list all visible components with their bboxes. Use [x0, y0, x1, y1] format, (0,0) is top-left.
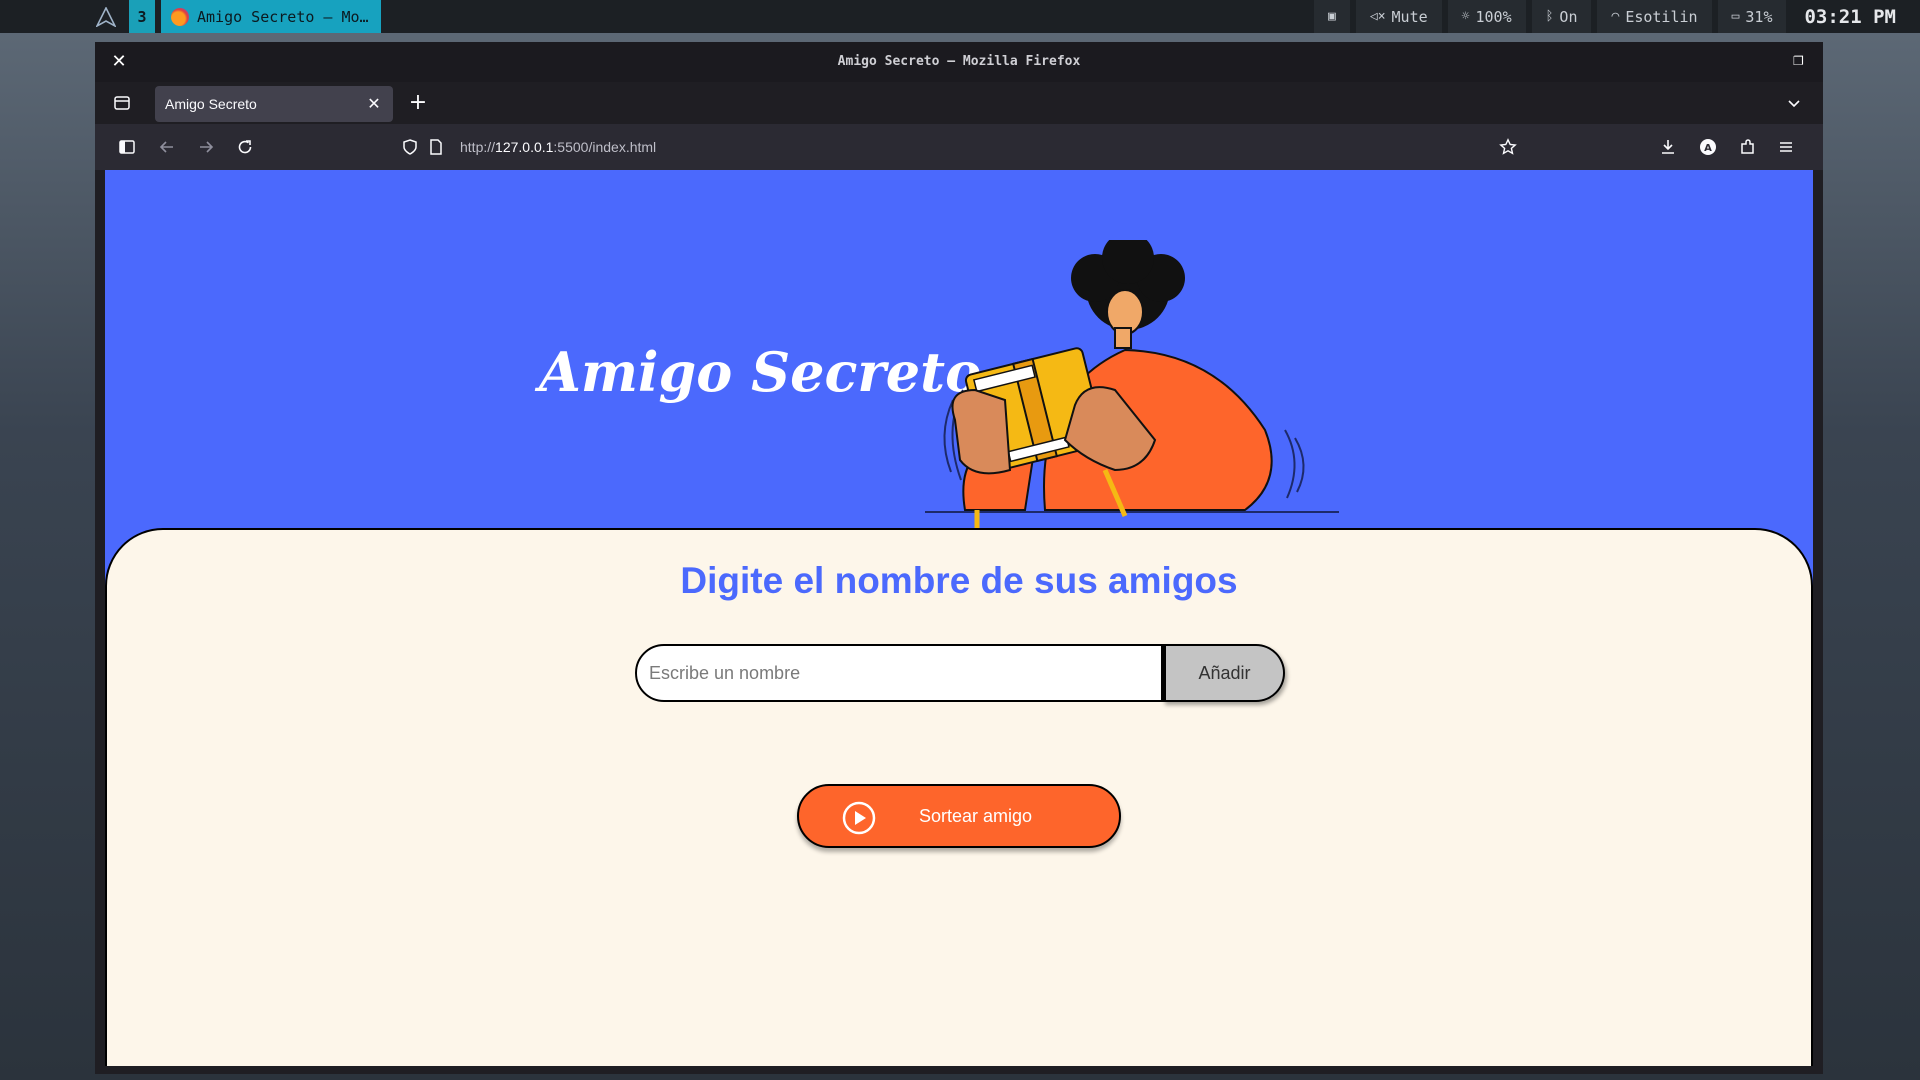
- bluetooth-icon: ᛒ: [1545, 9, 1554, 24]
- workspace-indicator[interactable]: 3: [129, 0, 155, 33]
- hero-title: Amigo Secreto: [539, 340, 982, 404]
- draw-friend-button[interactable]: Sortear amigo: [797, 784, 1121, 848]
- input-card: Digite el nombre de sus amigos Añadir So…: [105, 528, 1813, 1066]
- volume-indicator[interactable]: ◁× Mute: [1355, 0, 1442, 33]
- clipboard-icon: ▣: [1328, 9, 1336, 24]
- forward-arrow-icon[interactable]: [196, 137, 216, 157]
- tab-bar: Amigo Secreto ✕ +: [95, 82, 1823, 124]
- tab-close-icon[interactable]: ✕: [365, 95, 383, 113]
- url-host: 127.0.0.1: [495, 139, 554, 155]
- reload-icon[interactable]: [235, 137, 255, 157]
- system-taskbar: 3 Amigo Secreto — Mo… ▣ ◁× Mute ☼ 100% ᛒ…: [0, 0, 1920, 33]
- url-bar[interactable]: http://127.0.0.1:5500/index.html: [460, 124, 656, 170]
- brightness-label: 100%: [1475, 7, 1512, 26]
- downloads-icon[interactable]: [1658, 137, 1678, 157]
- play-circle-icon: [842, 801, 876, 835]
- firefox-view-icon[interactable]: [113, 94, 131, 112]
- window-title: Amigo Secreto — Mozilla Firefox: [837, 54, 1081, 69]
- taskbar-firefox-task[interactable]: Amigo Secreto — Mo…: [161, 0, 381, 33]
- speaker-muted-icon: ◁×: [1369, 9, 1386, 24]
- firefox-icon: [171, 7, 189, 26]
- sidebar-icon[interactable]: [117, 137, 137, 157]
- battery-icon: ▭: [1731, 9, 1740, 24]
- bookmark-star-icon[interactable]: [1498, 137, 1518, 157]
- add-friend-button[interactable]: Añadir: [1163, 644, 1285, 702]
- bluetooth-indicator[interactable]: ᛒ On: [1531, 0, 1592, 33]
- page-info-icon[interactable]: [426, 137, 446, 157]
- web-page: Amigo Secreto Digite el nombre de sus am…: [105, 170, 1813, 1066]
- arch-logo-icon[interactable]: [95, 6, 117, 28]
- tab-amigo-secreto[interactable]: Amigo Secreto ✕: [155, 86, 393, 122]
- wifi-label: Esotilin: [1625, 7, 1698, 26]
- brightness-icon: ☼: [1461, 9, 1470, 24]
- svg-text:A: A: [1704, 143, 1712, 154]
- url-scheme: http://: [460, 139, 496, 155]
- url-path: :5500/index.html: [553, 139, 657, 155]
- task-label: Amigo Secreto — Mo…: [197, 7, 369, 26]
- draw-button-label: Sortear amigo: [919, 806, 1033, 826]
- person-holding-gift-illustration: [925, 240, 1339, 540]
- clock[interactable]: 03:21 PM: [1792, 0, 1900, 33]
- account-avatar-icon[interactable]: A: [1698, 137, 1718, 157]
- tab-label: Amigo Secreto: [165, 96, 257, 112]
- list-all-tabs-chevron-icon[interactable]: [1785, 94, 1803, 112]
- back-arrow-icon[interactable]: [157, 137, 177, 157]
- navigation-toolbar: http://127.0.0.1:5500/index.html A: [95, 124, 1823, 170]
- friend-name-input[interactable]: [635, 644, 1163, 702]
- extensions-puzzle-icon[interactable]: [1738, 137, 1758, 157]
- hamburger-menu-icon[interactable]: [1776, 137, 1796, 157]
- tracking-shield-icon[interactable]: [400, 137, 420, 157]
- wifi-icon: ◠: [1611, 9, 1620, 24]
- battery-label: 31%: [1745, 7, 1773, 26]
- name-input-group: Añadir: [635, 644, 1285, 702]
- window-restore-icon[interactable]: ❐: [1793, 54, 1807, 68]
- bluetooth-label: On: [1559, 7, 1578, 26]
- new-tab-icon[interactable]: +: [407, 92, 429, 114]
- section-heading: Digite el nombre de sus amigos: [680, 560, 1238, 601]
- brightness-indicator[interactable]: ☼ 100%: [1447, 0, 1526, 33]
- battery-indicator[interactable]: ▭ 31%: [1717, 0, 1787, 33]
- window-titlebar: ✕ Amigo Secreto — Mozilla Firefox ❐: [95, 42, 1823, 82]
- volume-label: Mute: [1391, 7, 1428, 26]
- clipboard-indicator[interactable]: ▣: [1314, 0, 1350, 33]
- wifi-indicator[interactable]: ◠ Esotilin: [1597, 0, 1712, 33]
- firefox-window: ✕ Amigo Secreto — Mozilla Firefox ❐ Amig…: [95, 42, 1823, 1074]
